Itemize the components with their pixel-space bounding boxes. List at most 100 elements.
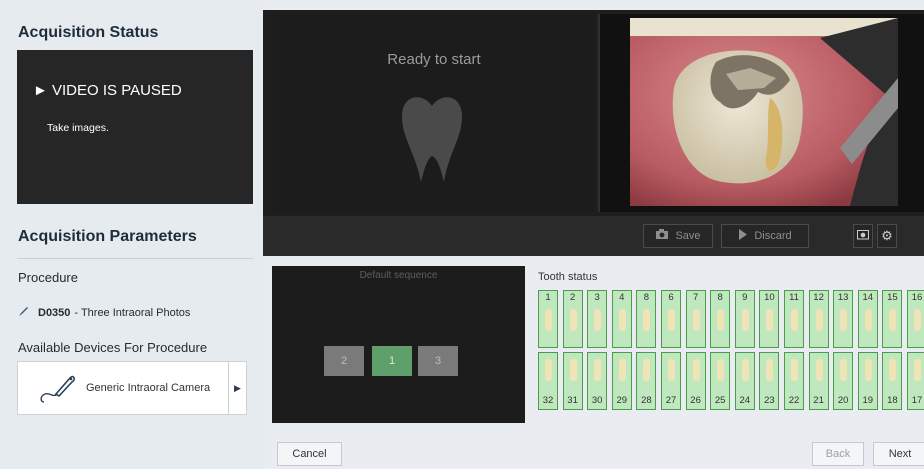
tooth-cell[interactable]: 17 bbox=[907, 352, 924, 410]
capture-toolbar: Save Discard ⚙ bbox=[263, 216, 924, 256]
tooth-number: 7 bbox=[692, 292, 699, 303]
save-label: Save bbox=[675, 230, 701, 242]
tooth-cell[interactable]: 22 bbox=[784, 352, 804, 410]
tooth-icon bbox=[618, 359, 626, 381]
tooth-cell[interactable]: 25 bbox=[710, 352, 731, 410]
tooth-status-label: Tooth status bbox=[538, 271, 598, 283]
tooth-icon bbox=[618, 309, 626, 331]
intraoral-camera-icon bbox=[38, 372, 76, 411]
tooth-number: 25 bbox=[714, 395, 726, 406]
tooth-cell[interactable]: 19 bbox=[857, 352, 878, 410]
tooth-cell[interactable]: 16 bbox=[907, 290, 924, 348]
procedure-description: - Three Intraoral Photos bbox=[74, 306, 191, 319]
acquisition-parameters-title: Acquisition Parameters bbox=[18, 228, 197, 245]
tooth-cell[interactable]: 20 bbox=[833, 352, 854, 410]
tooth-icon bbox=[864, 309, 872, 331]
tooth-cell[interactable]: 8 bbox=[710, 290, 731, 348]
tooth-number: 22 bbox=[788, 395, 800, 406]
tooth-icon bbox=[815, 359, 823, 381]
cancel-button[interactable]: Cancel bbox=[277, 442, 342, 466]
tooth-cell[interactable]: 26 bbox=[685, 352, 706, 410]
tooth-number: 31 bbox=[567, 395, 578, 406]
tooth-chart: 1 2 3 4 8 6 7 8 9 10 11 12 13 14 15 16 32 31 30 29 28 27 26 25 2… bbox=[538, 290, 924, 426]
tooth-cell[interactable]: 6 bbox=[661, 290, 681, 348]
intraoral-photo bbox=[630, 18, 898, 206]
tooth-number: 26 bbox=[690, 395, 701, 406]
tooth-cell[interactable]: 10 bbox=[759, 290, 780, 348]
tooth-cell[interactable]: 32 bbox=[538, 352, 558, 410]
tooth-cell[interactable]: 29 bbox=[611, 352, 632, 410]
tooth-number: 2 bbox=[569, 292, 576, 303]
tooth-cell[interactable]: 24 bbox=[734, 352, 755, 410]
tooth-cell[interactable]: 27 bbox=[661, 352, 681, 410]
sequence-title: Default sequence bbox=[359, 270, 438, 281]
tooth-number: 28 bbox=[641, 395, 652, 406]
tooth-icon bbox=[864, 359, 872, 381]
tooth-number: 21 bbox=[813, 395, 824, 406]
procedure-label: Procedure bbox=[18, 270, 78, 285]
tooth-cell[interactable]: 11 bbox=[784, 290, 804, 348]
status-subtext: Take images. bbox=[47, 122, 109, 134]
save-button[interactable]: Save bbox=[643, 224, 713, 248]
tooth-cell[interactable]: 21 bbox=[808, 352, 829, 410]
sequence-item[interactable]: 2 bbox=[324, 346, 364, 376]
tooth-cell[interactable]: 12 bbox=[808, 290, 829, 348]
device-name: Generic Intraoral Camera bbox=[86, 382, 211, 394]
tooth-cell[interactable]: 9 bbox=[734, 290, 755, 348]
tooth-icon bbox=[692, 309, 700, 331]
tooth-number: 9 bbox=[742, 292, 748, 303]
device-expand-arrow-icon[interactable]: ▶ bbox=[228, 362, 246, 414]
tooth-icon bbox=[766, 309, 774, 331]
tooth-cell[interactable]: 13 bbox=[833, 290, 854, 348]
tooth-cell[interactable]: 3 bbox=[587, 290, 608, 348]
camera-icon bbox=[655, 229, 669, 243]
tooth-number: 1 bbox=[545, 292, 551, 303]
top-strip bbox=[263, 0, 924, 10]
tooth-cell[interactable]: 7 bbox=[685, 290, 706, 348]
discard-button[interactable]: Discard bbox=[721, 224, 809, 248]
sequence-item-active[interactable]: 1 bbox=[372, 346, 412, 376]
tooth-cell[interactable]: 18 bbox=[882, 352, 903, 410]
tooth-icon bbox=[766, 359, 774, 381]
tooth-number: 8 bbox=[643, 292, 650, 303]
sequence-item[interactable]: 3 bbox=[418, 346, 458, 376]
tooth-number: 29 bbox=[616, 395, 628, 406]
tooth-icon bbox=[741, 359, 749, 381]
tooth-cell[interactable]: 4 bbox=[611, 290, 632, 348]
divider bbox=[17, 258, 253, 259]
tooth-cell[interactable]: 28 bbox=[636, 352, 657, 410]
tooth-icon bbox=[569, 309, 577, 331]
tooth-number: 15 bbox=[887, 292, 898, 303]
tooth-number: 14 bbox=[862, 292, 874, 303]
device-card[interactable]: Generic Intraoral Camera ▶ bbox=[17, 361, 247, 415]
tooth-number: 17 bbox=[911, 395, 923, 406]
tooth-icon bbox=[692, 359, 700, 381]
live-video-view bbox=[598, 14, 924, 212]
tooth-cell[interactable]: 30 bbox=[587, 352, 608, 410]
tooth-number: 3 bbox=[594, 292, 600, 303]
tooth-number: 12 bbox=[813, 292, 824, 303]
back-button[interactable]: Back bbox=[812, 442, 864, 466]
tooth-icon bbox=[717, 359, 725, 381]
tooth-icon bbox=[914, 359, 921, 381]
procedure-code: D0350 bbox=[38, 306, 71, 319]
tooth-icon bbox=[717, 309, 725, 331]
tooth-cell[interactable]: 1 bbox=[538, 290, 558, 348]
tooth-icon bbox=[594, 359, 602, 381]
tooth-cell[interactable]: 8 bbox=[636, 290, 657, 348]
available-devices-label: Available Devices For Procedure bbox=[18, 340, 208, 355]
tooth-icon bbox=[791, 359, 798, 381]
tooth-cell[interactable]: 2 bbox=[562, 290, 583, 348]
viewer-area: Ready to start Save Discard ⚙ bbox=[263, 0, 924, 256]
settings-button[interactable]: ⚙ bbox=[877, 224, 897, 248]
next-button[interactable]: Next bbox=[873, 442, 924, 466]
tooth-cell[interactable]: 31 bbox=[562, 352, 583, 410]
tooth-icon bbox=[889, 359, 897, 381]
tooth-cell[interactable]: 14 bbox=[857, 290, 878, 348]
tooth-icon bbox=[668, 309, 675, 331]
tooth-number: 24 bbox=[739, 395, 751, 406]
tooth-cell[interactable]: 23 bbox=[759, 352, 780, 410]
tooth-cell[interactable]: 15 bbox=[882, 290, 903, 348]
snapshot-button[interactable] bbox=[853, 224, 873, 248]
tooth-number: 16 bbox=[911, 292, 923, 303]
